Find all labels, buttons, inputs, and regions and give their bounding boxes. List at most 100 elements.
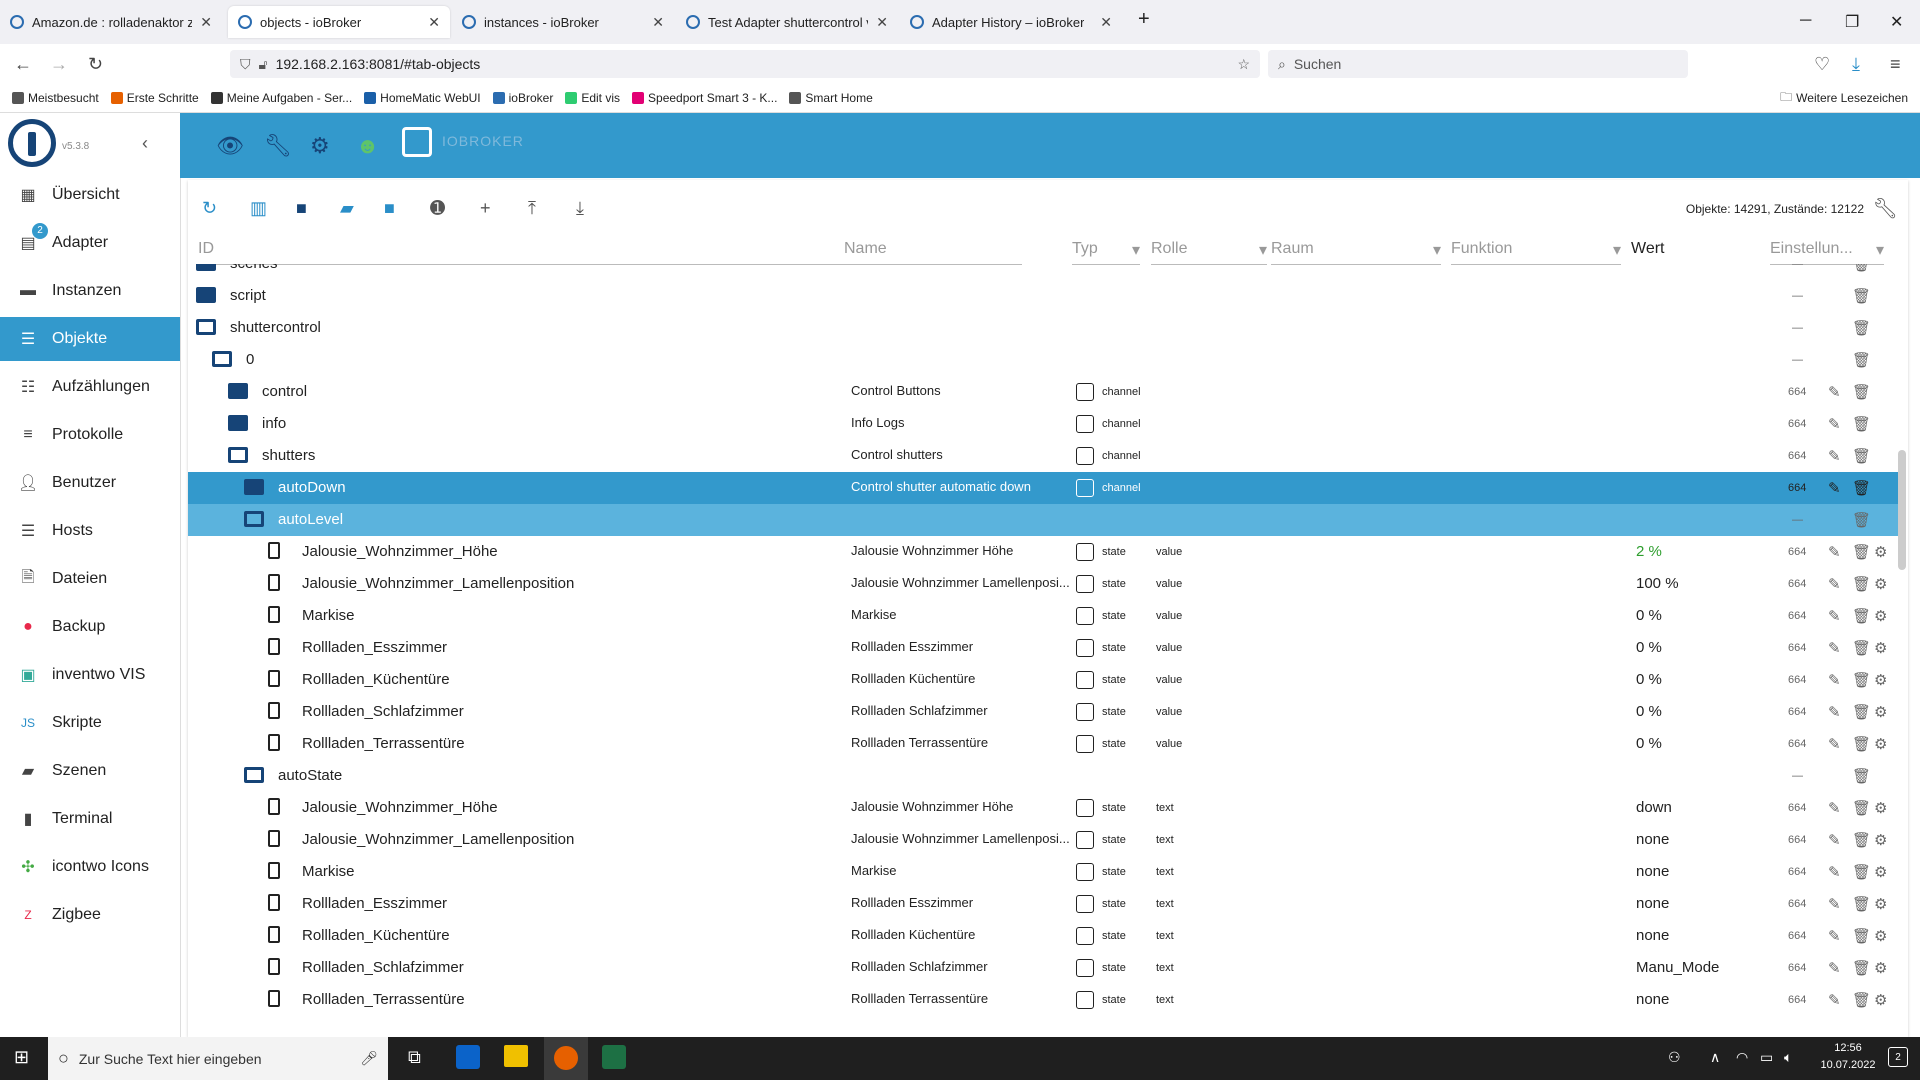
delete-icon[interactable]: 🗑︎ xyxy=(1852,511,1871,529)
edit-icon[interactable]: ✎ xyxy=(1828,639,1841,657)
table-row[interactable]: Markise Markise state text none 664 ✎ 🗑︎ ⚙ xyxy=(188,856,1898,888)
folder-icon[interactable] xyxy=(228,383,248,399)
reload-icon[interactable]: ↻ xyxy=(88,54,103,75)
state-file-icon[interactable] xyxy=(268,798,280,815)
acl-permission[interactable]: 664 xyxy=(1788,802,1806,814)
acl-permission[interactable]: 664 xyxy=(1788,610,1806,622)
bookmark-item[interactable]: Meistbesucht xyxy=(12,91,99,105)
pocket-icon[interactable]: ♡ xyxy=(1814,54,1830,75)
delete-icon[interactable]: 🗑︎ xyxy=(1852,671,1871,689)
object-value[interactable]: 2 % xyxy=(1636,543,1662,560)
clock-date[interactable]: 10.07.2022 xyxy=(1812,1059,1884,1071)
custom-settings-icon[interactable]: ⚙ xyxy=(1874,991,1887,1009)
refresh-icon[interactable]: ↻ xyxy=(202,198,217,219)
edit-icon[interactable]: ✎ xyxy=(1828,895,1841,913)
browser-tab[interactable]: Adapter History – ioBroker ✕ xyxy=(900,6,1122,38)
tab-close-icon[interactable]: ✕ xyxy=(428,14,440,31)
delete-icon[interactable]: 🗑︎ xyxy=(1852,264,1871,273)
table-row[interactable]: autoLevel — 🗑︎ xyxy=(188,504,1898,536)
custom-settings-icon[interactable]: ⚙ xyxy=(1874,543,1887,561)
acl-permission[interactable]: 664 xyxy=(1788,546,1806,558)
add-icon[interactable]: + xyxy=(480,198,491,219)
edit-icon[interactable]: ✎ xyxy=(1828,799,1841,817)
acl-permission[interactable]: 664 xyxy=(1788,418,1806,430)
acl-permission[interactable]: 664 xyxy=(1788,962,1806,974)
forward-icon[interactable]: → xyxy=(50,54,68,75)
table-row[interactable]: autoDown Control shutter automatic down ch… xyxy=(188,472,1898,504)
browser-tab[interactable]: Amazon.de : rolladenaktor zigb... ✕ xyxy=(0,6,222,38)
sidebar-item-adapter[interactable]: ▤ Adapter 2 xyxy=(0,221,180,265)
state-file-icon[interactable] xyxy=(268,670,280,687)
edit-icon[interactable]: ✎ xyxy=(1828,575,1841,593)
table-row[interactable]: Rollladen_Terrassentüre Rollladen Terrass… xyxy=(188,728,1898,760)
notification-badge[interactable]: 2 xyxy=(1888,1047,1908,1067)
table-row[interactable]: Rollladen_Küchentüre Rollladen Küchentüre… xyxy=(188,664,1898,696)
window-close-icon[interactable]: ✕ xyxy=(1890,12,1903,32)
delete-icon[interactable]: 🗑︎ xyxy=(1852,575,1871,593)
settings-gear-icon[interactable]: ⚙ xyxy=(310,133,330,159)
bookmark-star-icon[interactable]: ☆ xyxy=(1237,56,1250,73)
settings-filter[interactable]: Einstellun... ▾ xyxy=(1770,240,1884,265)
folder-expand-icon[interactable]: ■ xyxy=(384,198,395,219)
restore-icon[interactable]: ❐ xyxy=(1845,12,1859,32)
room-filter[interactable]: Raum ▾ xyxy=(1271,240,1441,265)
browser-search-input[interactable]: ⌕ Suchen xyxy=(1268,50,1688,78)
download-icon[interactable]: ⤓ xyxy=(576,198,584,219)
folder-open-icon[interactable] xyxy=(212,351,232,367)
acl-permission[interactable]: 664 xyxy=(1788,642,1806,654)
state-file-icon[interactable] xyxy=(268,606,280,623)
object-value[interactable]: down xyxy=(1636,799,1672,816)
clock-time[interactable]: 12:56 xyxy=(1818,1042,1878,1054)
bookmark-item[interactable]: HomeMatic WebUI xyxy=(364,91,481,105)
sidebar-item-zigbee[interactable]: Z Zigbee xyxy=(0,893,180,937)
wrench-icon[interactable]: 🔧︎ xyxy=(264,133,292,159)
table-row[interactable]: control Control Buttons channel 664 ✎ 🗑︎ xyxy=(188,376,1898,408)
table-row[interactable]: shutters Control shutters channel 664 ✎ 🗑︎ xyxy=(188,440,1898,472)
sidebar-item-dateien[interactable]: 🗎 Dateien xyxy=(0,557,180,601)
edit-icon[interactable]: ✎ xyxy=(1828,735,1841,753)
acl-permission[interactable]: 664 xyxy=(1788,930,1806,942)
object-value[interactable]: 100 % xyxy=(1636,575,1679,592)
delete-icon[interactable]: 🗑︎ xyxy=(1852,735,1871,753)
acl-permission[interactable]: 664 xyxy=(1788,738,1806,750)
custom-settings-icon[interactable]: ⚙ xyxy=(1874,959,1887,977)
delete-icon[interactable]: 🗑︎ xyxy=(1852,287,1871,305)
table-row[interactable]: 0 — 🗑︎ xyxy=(188,344,1898,376)
sidebar-item-terminal[interactable]: ▮ Terminal xyxy=(0,797,180,841)
expert-mode-icon[interactable]: ☻ xyxy=(356,133,379,159)
delete-icon[interactable]: 🗑︎ xyxy=(1852,799,1871,817)
sidebar-item-objekte[interactable]: ☰ Objekte xyxy=(0,317,180,361)
state-file-icon[interactable] xyxy=(268,702,280,719)
table-row[interactable]: Jalousie_Wohnzimmer_Höhe Jalousie Wohnzim… xyxy=(188,536,1898,568)
folder-open-icon[interactable]: ▰ xyxy=(340,198,354,219)
custom-settings-icon[interactable]: ⚙ xyxy=(1874,831,1887,849)
tray-chevron-icon[interactable]: ∧ xyxy=(1710,1049,1720,1066)
object-value[interactable]: none xyxy=(1636,895,1669,912)
table-row[interactable]: Rollladen_Esszimmer Rollladen Esszimmer st… xyxy=(188,888,1898,920)
state-file-icon[interactable] xyxy=(268,990,280,1007)
bookmark-item[interactable]: Erste Schritte xyxy=(110,91,199,105)
delete-icon[interactable]: 🗑︎ xyxy=(1852,927,1871,945)
download-icon[interactable]: ⤓ xyxy=(1852,54,1860,75)
edit-icon[interactable]: ✎ xyxy=(1828,607,1841,625)
acl-permission[interactable]: 664 xyxy=(1788,834,1806,846)
table-row[interactable]: Rollladen_Esszimmer Rollladen Esszimmer st… xyxy=(188,632,1898,664)
bookmark-item[interactable]: Smart Home xyxy=(789,91,873,105)
object-value[interactable]: 0 % xyxy=(1636,639,1662,656)
sidebar-item-inventwo-vis[interactable]: ▣ inventwo VIS xyxy=(0,653,180,697)
folder-open-icon[interactable] xyxy=(244,511,264,527)
table-row[interactable]: Jalousie_Wohnzimmer_Lamellenposition Jalo… xyxy=(188,824,1898,856)
tab-close-icon[interactable]: ✕ xyxy=(200,14,212,31)
table-row[interactable]: Rollladen_Küchentüre Rollladen Küchentüre… xyxy=(188,920,1898,952)
edit-icon[interactable]: ✎ xyxy=(1828,991,1841,1009)
table-row[interactable]: info Info Logs channel 664 ✎ 🗑︎ xyxy=(188,408,1898,440)
new-tab-icon[interactable]: + xyxy=(1138,8,1150,31)
state-file-icon[interactable] xyxy=(268,638,280,655)
state-file-icon[interactable] xyxy=(268,862,280,879)
sidebar-item-skripte[interactable]: JS Skripte xyxy=(0,701,180,745)
folder-icon[interactable] xyxy=(244,479,264,495)
folder-icon[interactable] xyxy=(228,415,248,431)
sidebar-item--bersicht[interactable]: ▦ Übersicht xyxy=(0,173,180,217)
object-value[interactable]: 0 % xyxy=(1636,607,1662,624)
bookmark-item[interactable]: Speedport Smart 3 - K... xyxy=(632,91,777,105)
